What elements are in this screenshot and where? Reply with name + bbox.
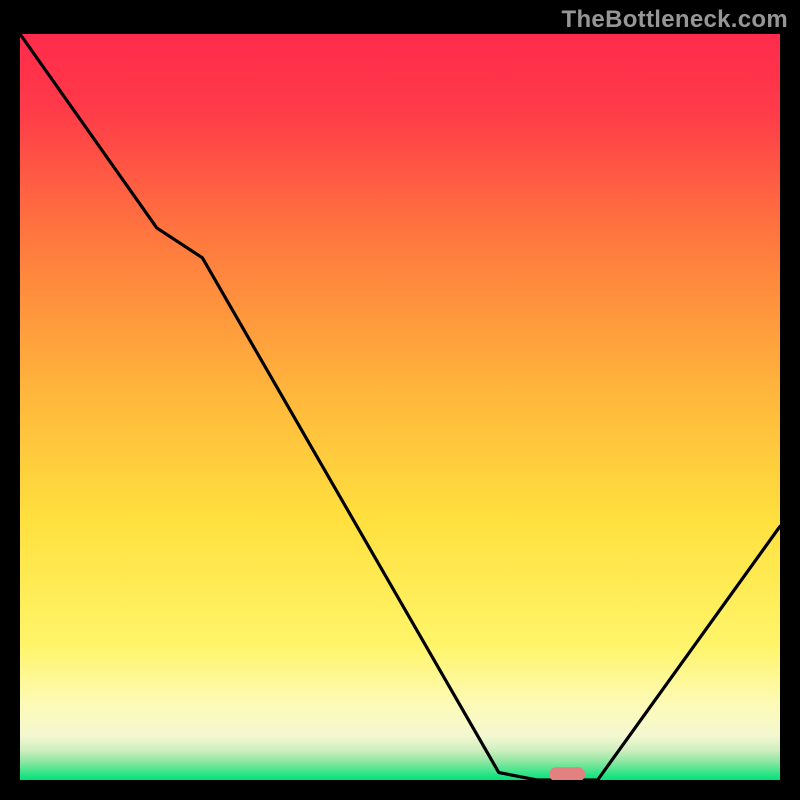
chart-plot-area [20, 34, 780, 780]
watermark-text: TheBottleneck.com [562, 6, 788, 34]
chart-svg [20, 34, 780, 780]
optimum-marker [549, 767, 585, 780]
chart-background [20, 34, 780, 780]
chart-frame: TheBottleneck.com [0, 0, 800, 800]
